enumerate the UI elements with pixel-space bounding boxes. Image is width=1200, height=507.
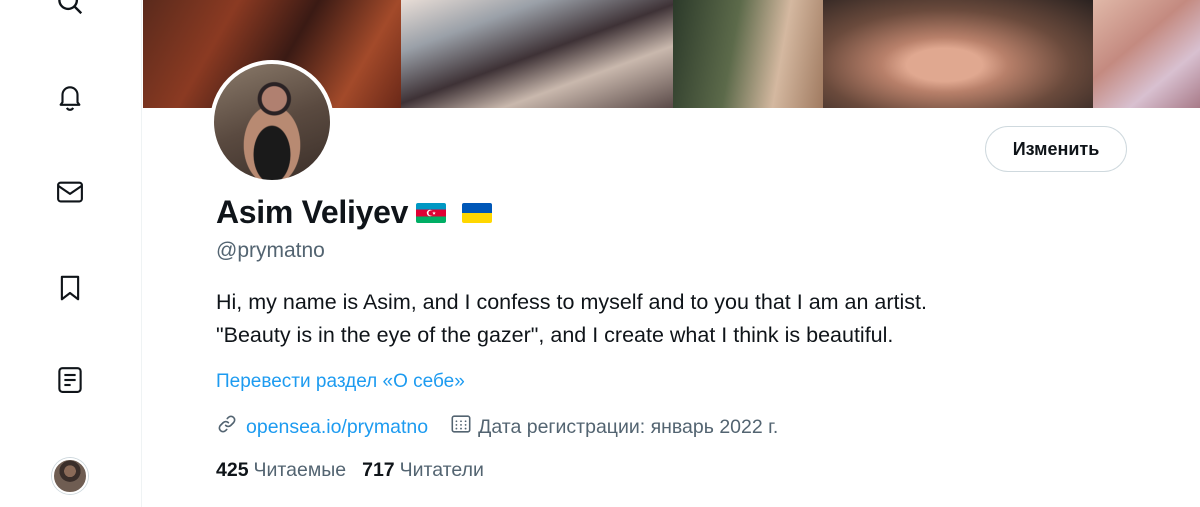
profile-handle: @prymatno xyxy=(216,239,325,262)
edit-profile-button[interactable]: Изменить xyxy=(985,126,1127,172)
left-nav-rail xyxy=(0,0,142,507)
translate-bio-link[interactable]: Перевести раздел «О себе» xyxy=(216,371,465,393)
search-icon[interactable] xyxy=(50,0,90,22)
following-link[interactable]: 425 Читаемые xyxy=(216,459,346,482)
azerbaijan-flag-icon xyxy=(416,202,447,223)
join-date: Дата регистрации: январь 2022 г. xyxy=(478,415,779,438)
website-link[interactable]: opensea.io/prymatno xyxy=(246,416,428,439)
profile-name-row: Asim Veliyev xyxy=(216,194,493,231)
banner-artwork xyxy=(673,0,823,108)
following-count: 425 xyxy=(216,459,249,481)
following-label: Читаемые xyxy=(253,459,347,481)
avatar xyxy=(52,458,88,494)
followers-label: Читатели xyxy=(399,459,484,481)
bio-line: Hi, my name is Asim, and I confess to my… xyxy=(216,290,927,314)
banner-artwork xyxy=(823,0,1093,108)
banner-artwork xyxy=(1093,0,1200,108)
list-icon[interactable] xyxy=(50,360,90,400)
profile-meta-row: opensea.io/prymatno Дата регистрации: ян… xyxy=(216,413,778,441)
ukraine-flag-icon xyxy=(462,202,493,223)
profile-avatar-button[interactable] xyxy=(50,456,90,496)
link-icon xyxy=(216,413,238,441)
bio-line: "Beauty is in the eye of the gazer", and… xyxy=(216,323,894,347)
mail-icon[interactable] xyxy=(50,172,90,212)
profile-avatar[interactable] xyxy=(210,60,334,184)
banner-artwork xyxy=(401,0,673,108)
calendar-icon xyxy=(450,413,472,441)
followers-count: 717 xyxy=(362,459,395,481)
profile-bio: Hi, my name is Asim, and I confess to my… xyxy=(216,286,1116,352)
bookmark-icon[interactable] xyxy=(50,268,90,308)
bell-icon[interactable] xyxy=(50,76,90,116)
follow-stats: 425 Читаемые 717 Читатели xyxy=(216,459,484,482)
followers-link[interactable]: 717 Читатели xyxy=(362,459,484,482)
display-name: Asim Veliyev xyxy=(216,194,409,230)
